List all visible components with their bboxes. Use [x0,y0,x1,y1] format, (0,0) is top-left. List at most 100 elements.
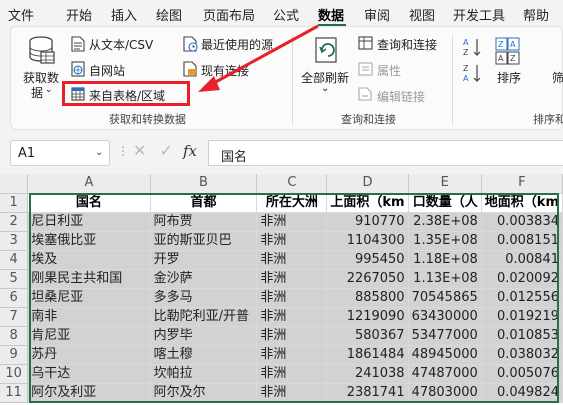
table-cell[interactable]: 非洲 [256,364,328,384]
cancel-icon[interactable]: ✕ [133,141,146,160]
column-header-b[interactable]: B [150,174,258,194]
table-cell[interactable]: 非洲 [256,250,328,270]
table-row: 4 埃及 开罗 非洲 995450 1.18E+08 0.00841 [0,250,563,270]
table-cell[interactable]: 埃塞俄比亚 [27,231,151,251]
table-cell[interactable]: 885800 [326,288,409,308]
header-cell-continent[interactable]: 所在大洲 [256,193,328,213]
table-cell[interactable]: 63430000 [408,307,482,327]
table-cell[interactable]: 非洲 [256,288,328,308]
table-cell[interactable]: 0.012556 [481,288,563,308]
select-all-corner[interactable] [0,174,29,194]
spreadsheet-grid[interactable]: A B C D E F 1 国名 首都 所在大洲 上面积（km 口数量（人 地面… [0,174,563,405]
table-row: 9 苏丹 喀土穆 非洲 1861484 48945000 0.038032 [0,345,563,365]
table-cell[interactable]: 580367 [326,326,409,346]
row-header[interactable]: 6 [0,288,29,308]
table-cell[interactable]: 70545865 [408,288,482,308]
table-cell[interactable]: 47803000 [408,383,482,403]
enter-icon[interactable]: ✓ [160,141,173,160]
table-cell[interactable]: 0.019219 [481,307,563,327]
row-header[interactable]: 9 [0,345,29,365]
column-header-c[interactable]: C [256,174,328,194]
table-cell[interactable]: 1.35E+08 [408,231,482,251]
formula-bar-buttons: ✕ ✓ [133,141,173,160]
table-cell[interactable]: 刚果民主共和国 [27,269,151,289]
table-header-row: 1 国名 首都 所在大洲 上面积（km 口数量（人 地面积（km [0,193,563,213]
table-cell[interactable]: 0.008151 [481,231,563,251]
table-cell[interactable]: 比勒陀利亚/开普 [150,307,258,327]
table-cell[interactable]: 尼日利亚 [27,212,151,232]
table-cell[interactable]: 非洲 [256,307,328,327]
table-cell[interactable]: 乌干达 [27,364,151,384]
table-cell[interactable]: 1104300 [326,231,409,251]
table-cell[interactable]: 金沙萨 [150,269,258,289]
table-cell[interactable]: 2267050 [326,269,409,289]
header-cell-land-area[interactable]: 上面积（km [326,193,409,213]
formula-input[interactable]: 国名 [208,140,563,166]
table-cell[interactable]: 非洲 [256,231,328,251]
column-header-e[interactable]: E [408,174,482,194]
table-cell[interactable]: 非洲 [256,269,328,289]
table-cell[interactable]: 非洲 [256,212,328,232]
table-cell[interactable]: 53477000 [408,326,482,346]
name-box[interactable]: A1 ⌄ [10,140,110,166]
table-cell[interactable]: 0.010853 [481,326,563,346]
table-cell[interactable]: 肯尼亚 [27,326,151,346]
row-header[interactable]: 8 [0,326,29,346]
header-cell-area-ratio[interactable]: 地面积（km [481,193,563,213]
table-cell[interactable]: 0.020092 [481,269,563,289]
grid-table: A B C D E F 1 国名 首都 所在大洲 上面积（km 口数量（人 地面… [0,174,563,403]
table-row: 6 坦桑尼亚 多多马 非洲 885800 70545865 0.012556 [0,288,563,308]
table-cell[interactable]: 1861484 [326,345,409,365]
table-cell[interactable]: 非洲 [256,383,328,403]
table-cell[interactable]: 1.13E+08 [408,269,482,289]
table-cell[interactable]: 1219090 [326,307,409,327]
table-cell[interactable]: 0.038032 [481,345,563,365]
table-cell[interactable]: 241038 [326,364,409,384]
table-cell[interactable]: 1.18E+08 [408,250,482,270]
table-row: 11 阿尔及利亚 阿尔及尔 非洲 2381741 47803000 0.049824 [0,383,563,403]
table-cell[interactable]: 0.049824 [481,383,563,403]
table-cell[interactable]: 0.00841 [481,250,563,270]
formula-bar-grip-icon[interactable]: ⋮ [117,144,129,158]
table-row: 10 乌干达 坎帕拉 非洲 241038 47487000 0.005076 [0,364,563,384]
header-cell-country[interactable]: 国名 [27,193,151,213]
row-header[interactable]: 3 [0,231,29,251]
column-header-f[interactable]: F [481,174,563,194]
table-cell[interactable]: 0.005076 [481,364,563,384]
table-cell[interactable]: 0.003834 [481,212,563,232]
table-cell[interactable]: 开罗 [150,250,258,270]
table-cell[interactable]: 48945000 [408,345,482,365]
column-header-d[interactable]: D [326,174,409,194]
row-header[interactable]: 5 [0,269,29,289]
table-cell[interactable]: 南非 [27,307,151,327]
table-cell[interactable]: 埃及 [27,250,151,270]
table-cell[interactable]: 亚的斯亚贝巴 [150,231,258,251]
header-cell-capital[interactable]: 首都 [150,193,258,213]
table-cell[interactable]: 多多马 [150,288,258,308]
row-header[interactable]: 4 [0,250,29,270]
table-cell[interactable]: 坎帕拉 [150,364,258,384]
row-header[interactable]: 11 [0,383,29,403]
table-cell[interactable]: 阿尔及利亚 [27,383,151,403]
table-cell[interactable]: 910770 [326,212,409,232]
table-cell[interactable]: 2381741 [326,383,409,403]
table-cell[interactable]: 非洲 [256,345,328,365]
row-header[interactable]: 7 [0,307,29,327]
column-header-a[interactable]: A [27,174,151,194]
chevron-down-icon[interactable]: ⌄ [95,147,103,158]
table-cell[interactable]: 995450 [326,250,409,270]
table-cell[interactable]: 2.38E+08 [408,212,482,232]
table-cell[interactable]: 喀土穆 [150,345,258,365]
insert-function-button[interactable]: fx [183,142,197,160]
table-cell[interactable]: 内罗毕 [150,326,258,346]
table-cell[interactable]: 47487000 [408,364,482,384]
table-cell[interactable]: 阿尔及尔 [150,383,258,403]
table-cell[interactable]: 非洲 [256,326,328,346]
row-header[interactable]: 10 [0,364,29,384]
row-header[interactable]: 1 [0,193,29,213]
table-cell[interactable]: 坦桑尼亚 [27,288,151,308]
table-cell[interactable]: 阿布贾 [150,212,258,232]
header-cell-population[interactable]: 口数量（人 [408,193,482,213]
table-cell[interactable]: 苏丹 [27,345,151,365]
row-header[interactable]: 2 [0,212,29,232]
